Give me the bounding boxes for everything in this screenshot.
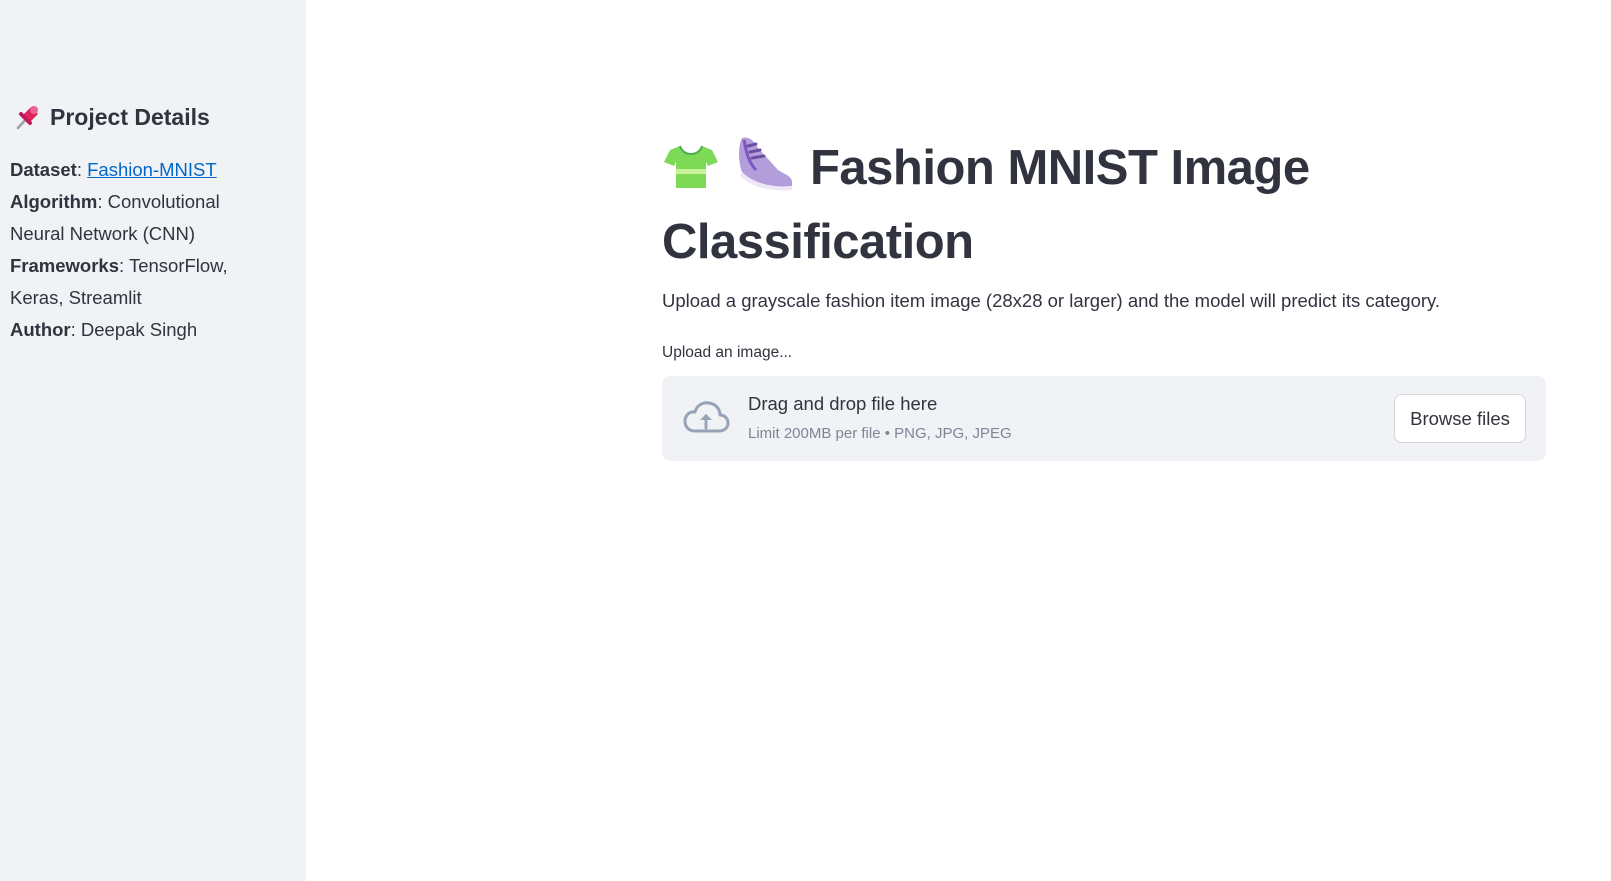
browse-files-button[interactable]: Browse files xyxy=(1394,394,1526,443)
page-title: Fashion MNIST Image Classification xyxy=(662,132,1552,275)
sidebar-heading: Project Details xyxy=(12,102,210,132)
dropzone-title: Drag and drop file here xyxy=(748,393,938,414)
detail-sep: : xyxy=(76,159,88,180)
cloud-upload-icon xyxy=(682,398,730,438)
detail-algorithm: Algorithm: Convolutional Neural Network … xyxy=(10,186,260,250)
detail-frameworks: Frameworks: TensorFlow, Keras, Streamlit xyxy=(10,250,260,314)
detail-value: Deepak Singh xyxy=(80,319,198,340)
detail-sep: : xyxy=(70,319,81,340)
detail-key: Frameworks xyxy=(10,255,119,276)
page-description: Upload a grayscale fashion item image (2… xyxy=(662,290,1441,311)
dataset-link[interactable]: Fashion-MNIST xyxy=(87,159,217,180)
pushpin-icon xyxy=(12,102,42,132)
sneaker-icon xyxy=(734,132,796,209)
detail-author: Author: Deepak Singh xyxy=(10,314,260,346)
detail-key: Dataset xyxy=(10,159,77,180)
project-details: Dataset: Fashion-MNIST Algorithm: Convol… xyxy=(10,154,260,346)
detail-sep: : xyxy=(97,191,108,212)
uploader-label: Upload an image... xyxy=(662,344,793,361)
sidebar: Project Details Dataset: Fashion-MNIST A… xyxy=(0,0,306,881)
sidebar-heading-text: Project Details xyxy=(50,103,210,130)
dropzone-limit: Limit 200MB per file • PNG, JPG, JPEG xyxy=(748,425,1012,442)
tshirt-icon xyxy=(662,142,720,209)
detail-dataset: Dataset: Fashion-MNIST xyxy=(10,154,260,186)
detail-key: Author xyxy=(10,319,71,340)
detail-key: Algorithm xyxy=(10,191,98,212)
detail-sep: : xyxy=(119,255,129,276)
file-dropzone[interactable]: Drag and drop file here Limit 200MB per … xyxy=(662,376,1546,461)
